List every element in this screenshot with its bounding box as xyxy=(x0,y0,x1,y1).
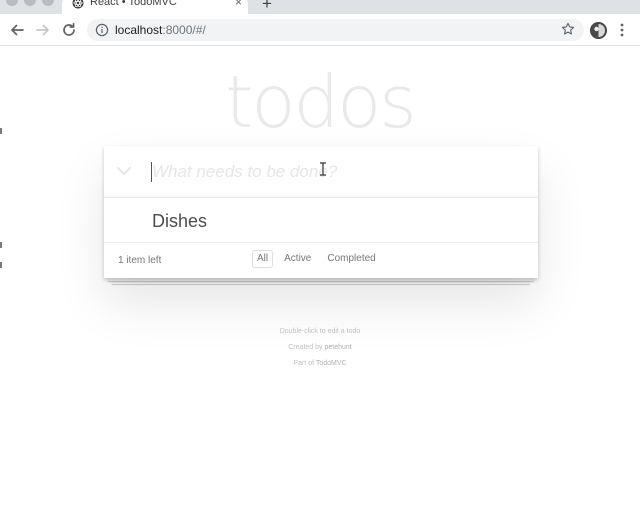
todo-header xyxy=(104,146,538,198)
back-arrow-icon[interactable] xyxy=(8,21,26,39)
new-tab-button[interactable]: + xyxy=(262,0,272,12)
react-logo-icon xyxy=(72,0,84,9)
text-cursor-icon xyxy=(320,162,326,176)
todo-toggle-checkbox[interactable] xyxy=(112,204,144,236)
forward-arrow-icon[interactable] xyxy=(34,21,52,39)
url-host: localhost xyxy=(115,23,163,37)
info-edit-hint: Double-click to edit a todo xyxy=(279,328,361,335)
browser-toolbar: localhost:8000/#/ xyxy=(0,14,640,46)
window-minimize-dot[interactable] xyxy=(24,0,36,6)
filter-completed[interactable]: Completed xyxy=(322,250,380,268)
profile-avatar-icon[interactable] xyxy=(590,22,607,39)
url-text: localhost:8000/#/ xyxy=(115,23,206,37)
tab-title: React • TodoMVC xyxy=(90,0,177,8)
app-title: todos xyxy=(225,60,417,144)
filter-all[interactable]: All xyxy=(252,250,274,268)
info-part-of: Part of TodoMVC xyxy=(0,359,640,368)
window-edge-mark xyxy=(0,242,2,248)
window-close-dot[interactable] xyxy=(6,0,18,6)
info-created-by-prefix: Created by xyxy=(288,344,325,351)
window-zoom-dot[interactable] xyxy=(42,0,54,6)
reload-icon[interactable] xyxy=(60,21,78,39)
info-part-of-prefix: Part of xyxy=(293,360,316,367)
todo-count: 1 item left xyxy=(118,255,162,266)
todomvc-link[interactable]: TodoMVC xyxy=(316,360,347,367)
window-edge-mark xyxy=(0,262,2,268)
browser-tab-active[interactable]: React • TodoMVC × xyxy=(62,0,248,14)
text-caret xyxy=(151,162,152,182)
tab-close-button[interactable]: × xyxy=(235,0,242,9)
address-bar[interactable]: localhost:8000/#/ xyxy=(87,19,584,41)
browser-tab-strip: React • TodoMVC × + xyxy=(0,0,640,14)
chevron-down-icon[interactable] xyxy=(116,164,132,178)
filter-tabs: All Active Completed xyxy=(252,250,381,270)
todo-app-card: Dishes 1 item left All Active Completed xyxy=(104,146,538,278)
info-icon[interactable] xyxy=(95,23,109,37)
kebab-menu-icon[interactable] xyxy=(620,23,624,37)
filter-active[interactable]: Active xyxy=(279,250,316,268)
stacked-paper-edge xyxy=(112,281,530,284)
url-path: :8000/#/ xyxy=(162,23,206,37)
todo-footer: 1 item left All Active Completed xyxy=(104,243,538,278)
todo-label[interactable]: Dishes xyxy=(152,210,207,232)
stacked-paper-edge xyxy=(108,278,534,281)
author-link[interactable]: petehunt xyxy=(324,344,351,351)
new-todo-input[interactable] xyxy=(150,159,520,185)
todo-item[interactable]: Dishes xyxy=(104,198,538,243)
star-icon[interactable] xyxy=(561,22,575,36)
info-created-by: Created by petehunt xyxy=(0,343,640,352)
